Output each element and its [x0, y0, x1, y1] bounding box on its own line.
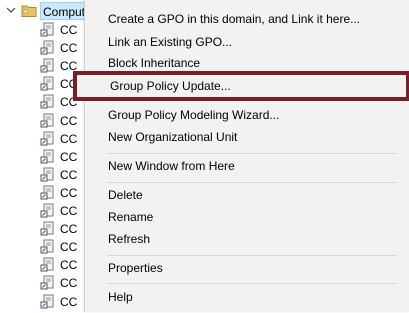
- tree-item-label: CC: [60, 258, 78, 273]
- tree-item-label: CC: [60, 23, 78, 37]
- computer-object-icon: [40, 221, 56, 237]
- computer-object-icon: [40, 185, 56, 201]
- menu-item-properties[interactable]: Properties: [85, 257, 408, 279]
- menu-item-refresh[interactable]: Refresh: [85, 228, 408, 250]
- computer-object-icon: [40, 113, 56, 129]
- computer-object-icon: [40, 149, 56, 165]
- computer-object-icon: [40, 76, 56, 92]
- menu-item-delete[interactable]: Delete: [85, 184, 408, 206]
- computer-object-icon: [40, 203, 56, 219]
- tree-item-label: CC: [60, 167, 78, 182]
- tree-item-label: CC: [60, 113, 78, 128]
- tree-item-label: CC: [60, 294, 78, 309]
- computer-object-icon: [40, 275, 56, 291]
- tree-item-label: CC: [60, 222, 78, 237]
- computer-object-icon: [40, 58, 56, 74]
- menu-separator: [107, 255, 397, 256]
- context-menu: Create a GPO in this domain, and Link it…: [73, 0, 409, 312]
- computer-object-icon: [40, 294, 56, 310]
- tree-root-label[interactable]: Computers: [40, 2, 88, 20]
- computer-object-icon: [40, 257, 56, 273]
- menu-item-link-existing-gpo[interactable]: Link an Existing GPO...: [85, 31, 408, 53]
- computer-object-icon: [40, 131, 56, 147]
- menu-separator: [107, 283, 397, 284]
- menu-item-group-policy-update[interactable]: Group Policy Update...: [73, 71, 409, 101]
- menu-separator: [107, 153, 397, 154]
- menu-separator: [107, 182, 397, 183]
- computer-object-icon: [40, 167, 56, 183]
- menu-item-new-organizational-unit[interactable]: New Organizational Unit: [85, 126, 408, 148]
- computer-object-icon: [40, 94, 56, 110]
- tree-item-label: CC: [60, 41, 78, 56]
- menu-item-new-window-from-here[interactable]: New Window from Here: [85, 155, 408, 177]
- tree-item-label: CC: [60, 276, 78, 291]
- tree-item-label: CC: [60, 149, 78, 164]
- tree-item-label: CC: [60, 131, 78, 146]
- tree-item-label: CC: [60, 240, 78, 255]
- menu-item-rename[interactable]: Rename: [85, 206, 408, 228]
- menu-item-create-gpo[interactable]: Create a GPO in this domain, and Link it…: [85, 8, 408, 30]
- computer-object-icon: [40, 239, 56, 255]
- folder-icon: [21, 4, 37, 18]
- menu-item-group-policy-modeling-wizard[interactable]: Group Policy Modeling Wizard...: [85, 104, 408, 126]
- tree-item-label: CC: [60, 185, 78, 200]
- computer-object-icon: [40, 40, 56, 56]
- tree-item-label: CC: [60, 204, 78, 218]
- chevron-down-icon[interactable]: [5, 4, 17, 16]
- menu-item-help[interactable]: Help: [85, 286, 408, 308]
- computer-object-icon: [40, 22, 56, 38]
